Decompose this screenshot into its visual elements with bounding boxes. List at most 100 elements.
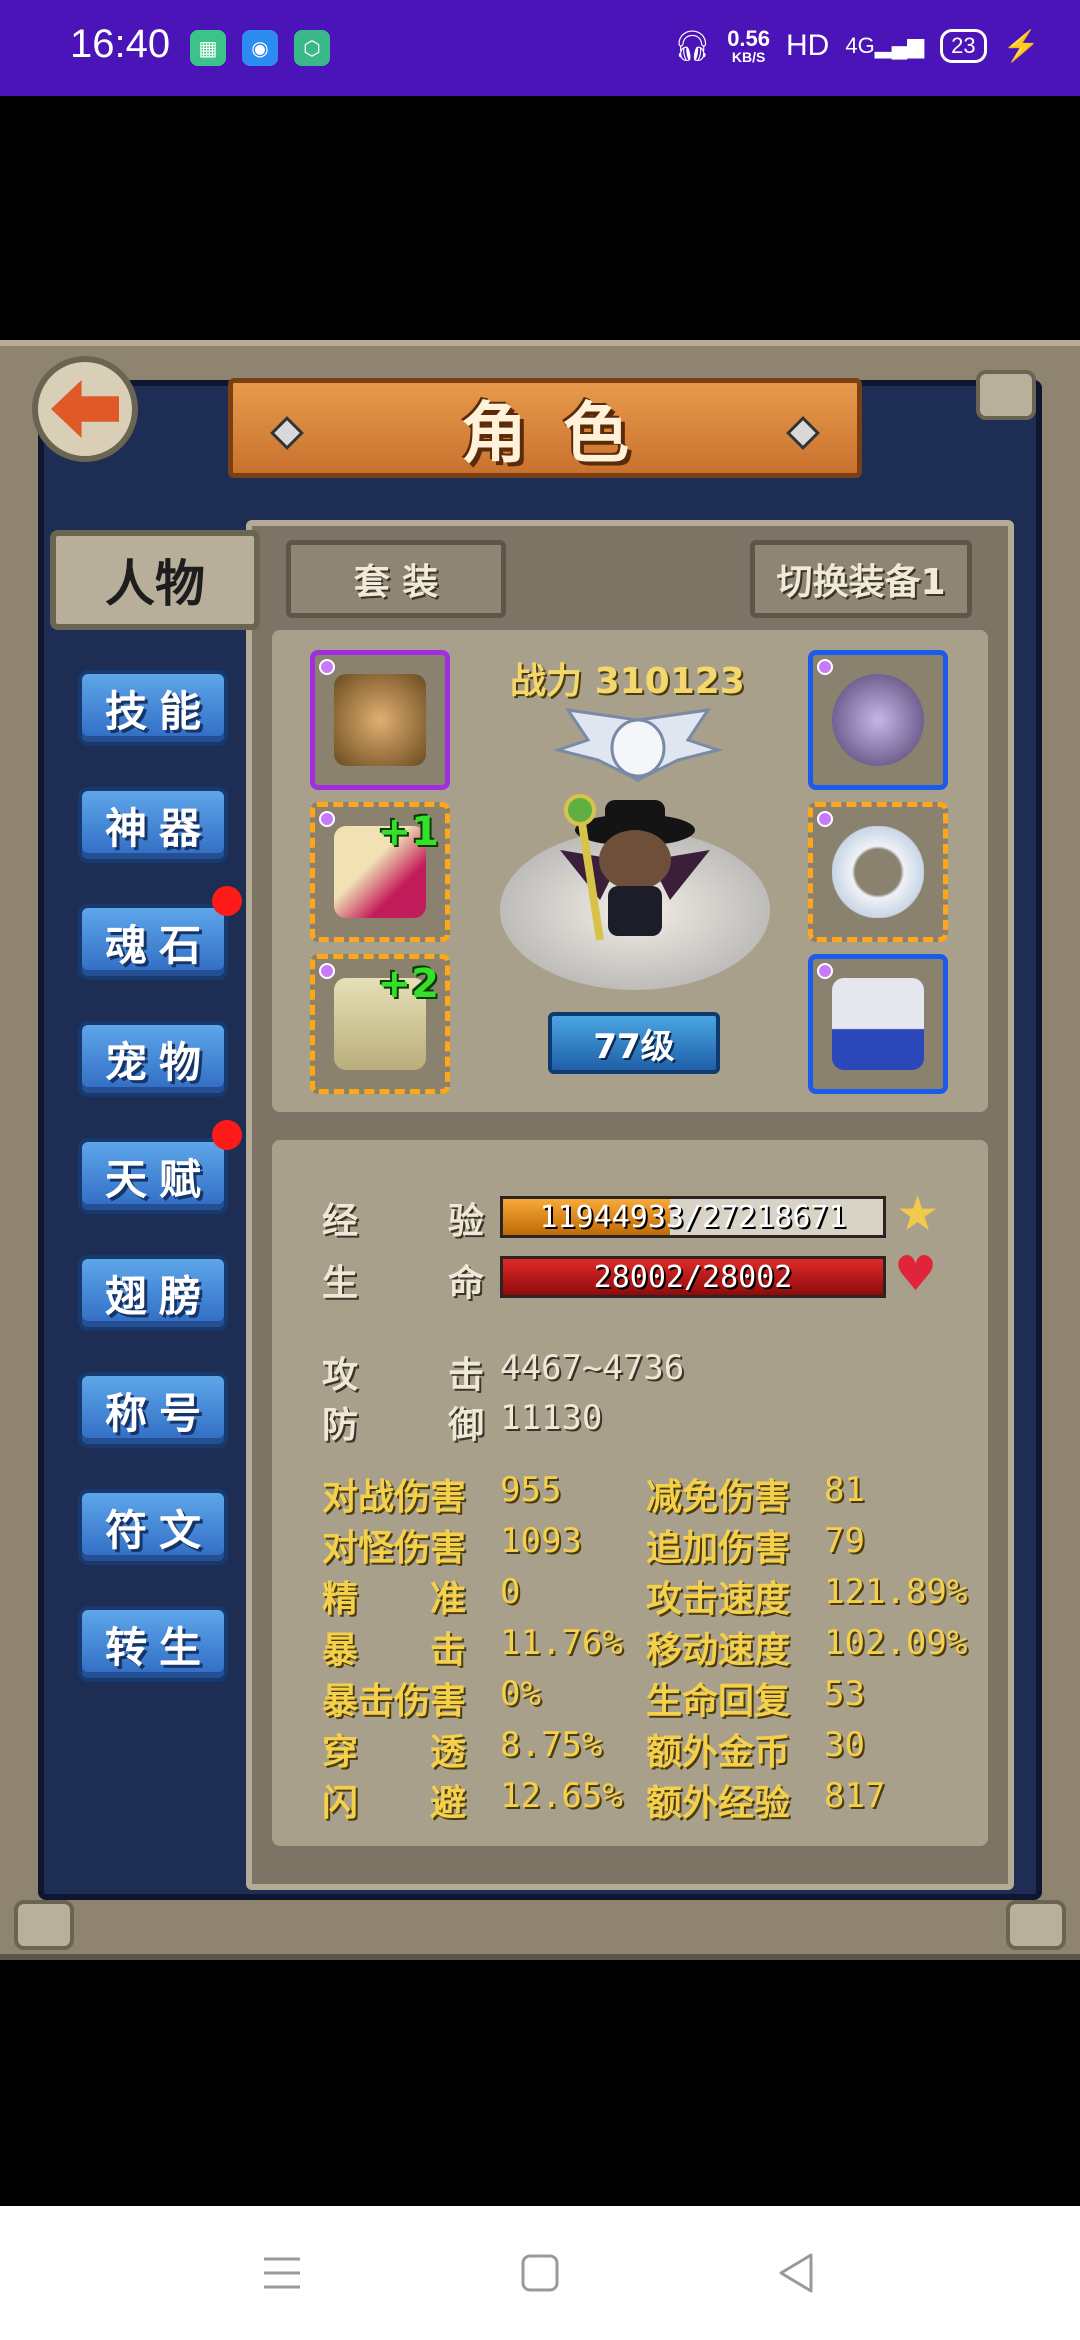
back-arrow-icon bbox=[51, 380, 119, 438]
sidebar-item-artifact[interactable]: 神器 bbox=[78, 787, 228, 863]
armor-icon bbox=[334, 674, 426, 766]
back-button[interactable] bbox=[32, 356, 138, 462]
hp-label: 生 bbox=[322, 1263, 359, 1304]
stat-label: 暴击伤害 bbox=[322, 1681, 467, 1722]
frame-corner bbox=[14, 1900, 74, 1950]
ring-icon bbox=[832, 826, 924, 918]
stat-label: 追加伤害 bbox=[646, 1528, 791, 1569]
gem-icon bbox=[319, 811, 335, 827]
attack-label: 击 bbox=[448, 1355, 485, 1396]
exp-label: 验 bbox=[448, 1201, 485, 1242]
headphones-icon: 🎧︎ bbox=[673, 29, 712, 63]
stat-value: 817 bbox=[824, 1776, 886, 1816]
menu-icon[interactable] bbox=[262, 2255, 302, 2291]
stat-label: 对战伤害 bbox=[322, 1477, 467, 1518]
wings-emblem-icon bbox=[552, 708, 724, 783]
stat-value: 12.65% bbox=[500, 1776, 623, 1816]
attack-label: 攻 bbox=[322, 1355, 359, 1396]
stat-value: 955 bbox=[500, 1470, 562, 1510]
tab-character[interactable]: 人物 bbox=[50, 530, 260, 630]
stat-value: 81 bbox=[824, 1470, 865, 1510]
frame-corner bbox=[1006, 1900, 1066, 1950]
stat-label: 额外金币 bbox=[646, 1732, 791, 1773]
stat-value: 0 bbox=[500, 1572, 521, 1612]
stat-value: 121.89% bbox=[824, 1572, 968, 1612]
sidebar-item-skills[interactable]: 技能 bbox=[78, 670, 228, 746]
hp-bar: 28002/28002 bbox=[500, 1256, 886, 1298]
sidebar-item-rune[interactable]: 符文 bbox=[78, 1489, 228, 1565]
notification-dot bbox=[212, 886, 242, 916]
stat-label: 对怪伤害 bbox=[322, 1528, 467, 1569]
sidebar-item-talent[interactable]: 天赋 bbox=[78, 1138, 228, 1214]
stat-label: 闪 避 bbox=[322, 1783, 467, 1824]
stat-label: 暴 击 bbox=[322, 1630, 467, 1671]
equip-slot-boots[interactable] bbox=[808, 954, 948, 1094]
title-plank: 角色 bbox=[228, 378, 862, 478]
gem-icon bbox=[817, 963, 833, 979]
frame-corner bbox=[976, 370, 1036, 420]
gem-icon bbox=[319, 659, 335, 675]
character-avatar bbox=[560, 794, 710, 941]
equip-slot-armor[interactable] bbox=[310, 650, 450, 790]
star-icon: ★ bbox=[896, 1186, 940, 1242]
stat-label: 减免伤害 bbox=[646, 1477, 791, 1518]
set-tab[interactable]: 套 装 bbox=[286, 540, 506, 618]
stat-label: 精 准 bbox=[322, 1579, 467, 1620]
enhance-level: +1 bbox=[377, 809, 439, 855]
home-icon[interactable] bbox=[520, 2253, 560, 2293]
character-level: 77级 bbox=[548, 1012, 720, 1074]
stat-value: 11.76% bbox=[500, 1623, 623, 1663]
defense-value: 11130 bbox=[500, 1398, 603, 1438]
status-indicators: 🎧︎ 0.56 KB/S HD 4G▂▄▆ 23 ⚡ bbox=[673, 26, 1040, 65]
status-time: 16:40 bbox=[70, 22, 171, 66]
equip-slot-scroll[interactable]: +2 bbox=[310, 954, 450, 1094]
diamond-icon bbox=[270, 416, 304, 450]
exp-value: 11944933/27218671 bbox=[539, 1199, 847, 1235]
stat-value: 79 bbox=[824, 1521, 865, 1561]
hp-value: 28002/28002 bbox=[593, 1259, 793, 1295]
app-notification-icon: ◉ bbox=[242, 30, 278, 66]
stat-value: 1093 bbox=[500, 1521, 582, 1561]
sidebar-item-rebirth[interactable]: 转生 bbox=[78, 1606, 228, 1682]
sidebar-item-pet[interactable]: 宠物 bbox=[78, 1021, 228, 1097]
stat-value: 30 bbox=[824, 1725, 865, 1765]
combat-power: 战力 310123 bbox=[510, 661, 745, 702]
gem-icon bbox=[817, 659, 833, 675]
helmet-icon bbox=[832, 674, 924, 766]
stat-label: 移动速度 bbox=[646, 1630, 791, 1671]
equip-slot-ring[interactable] bbox=[808, 802, 948, 942]
sidebar-item-soulstone[interactable]: 魂石 bbox=[78, 904, 228, 980]
defense-label: 防 bbox=[322, 1405, 359, 1446]
hd-indicator: HD bbox=[786, 29, 830, 62]
gem-icon bbox=[817, 811, 833, 827]
defense-label: 御 bbox=[448, 1405, 485, 1446]
shield-app-icon: ⬡ bbox=[294, 30, 330, 66]
stat-value: 8.75% bbox=[500, 1725, 603, 1765]
heart-icon: ♥ bbox=[894, 1246, 938, 1302]
sidebar-item-title[interactable]: 称号 bbox=[78, 1372, 228, 1448]
boots-icon bbox=[832, 978, 924, 1070]
notification-dot bbox=[212, 1120, 242, 1150]
game-screen: 角色 人物 技能 神器 魂石 宠物 天赋 翅膀 称号 符文 转生 套 装 切换装… bbox=[0, 340, 1080, 1960]
network-speed: 0.56 KB/S bbox=[727, 26, 771, 65]
page-title: 角色 bbox=[461, 395, 665, 472]
attack-value: 4467~4736 bbox=[500, 1348, 685, 1388]
charging-icon: ⚡ bbox=[1002, 29, 1040, 63]
stat-value: 102.09% bbox=[824, 1623, 968, 1663]
switch-equipment-button[interactable]: 切换装备1 bbox=[750, 540, 972, 618]
battery-icon: 23 bbox=[940, 29, 987, 63]
enhance-level: +2 bbox=[377, 961, 439, 1007]
app-notification-icon: ▦ bbox=[190, 30, 226, 66]
equip-slot-helmet[interactable] bbox=[808, 650, 948, 790]
stat-label: 穿 透 bbox=[322, 1732, 467, 1773]
equip-slot-bracer[interactable]: +1 bbox=[310, 802, 450, 942]
sidebar-item-wings[interactable]: 翅膀 bbox=[78, 1255, 228, 1331]
stat-label: 额外经验 bbox=[646, 1783, 791, 1824]
exp-label: 经 bbox=[322, 1201, 359, 1242]
exp-bar: 11944933/27218671 bbox=[500, 1196, 886, 1238]
system-nav-bar bbox=[0, 2206, 1080, 2340]
stat-value: 53 bbox=[824, 1674, 865, 1714]
gem-icon bbox=[319, 963, 335, 979]
signal-icon: 4G▂▄▆ bbox=[845, 33, 925, 58]
back-nav-icon[interactable] bbox=[776, 2252, 816, 2294]
